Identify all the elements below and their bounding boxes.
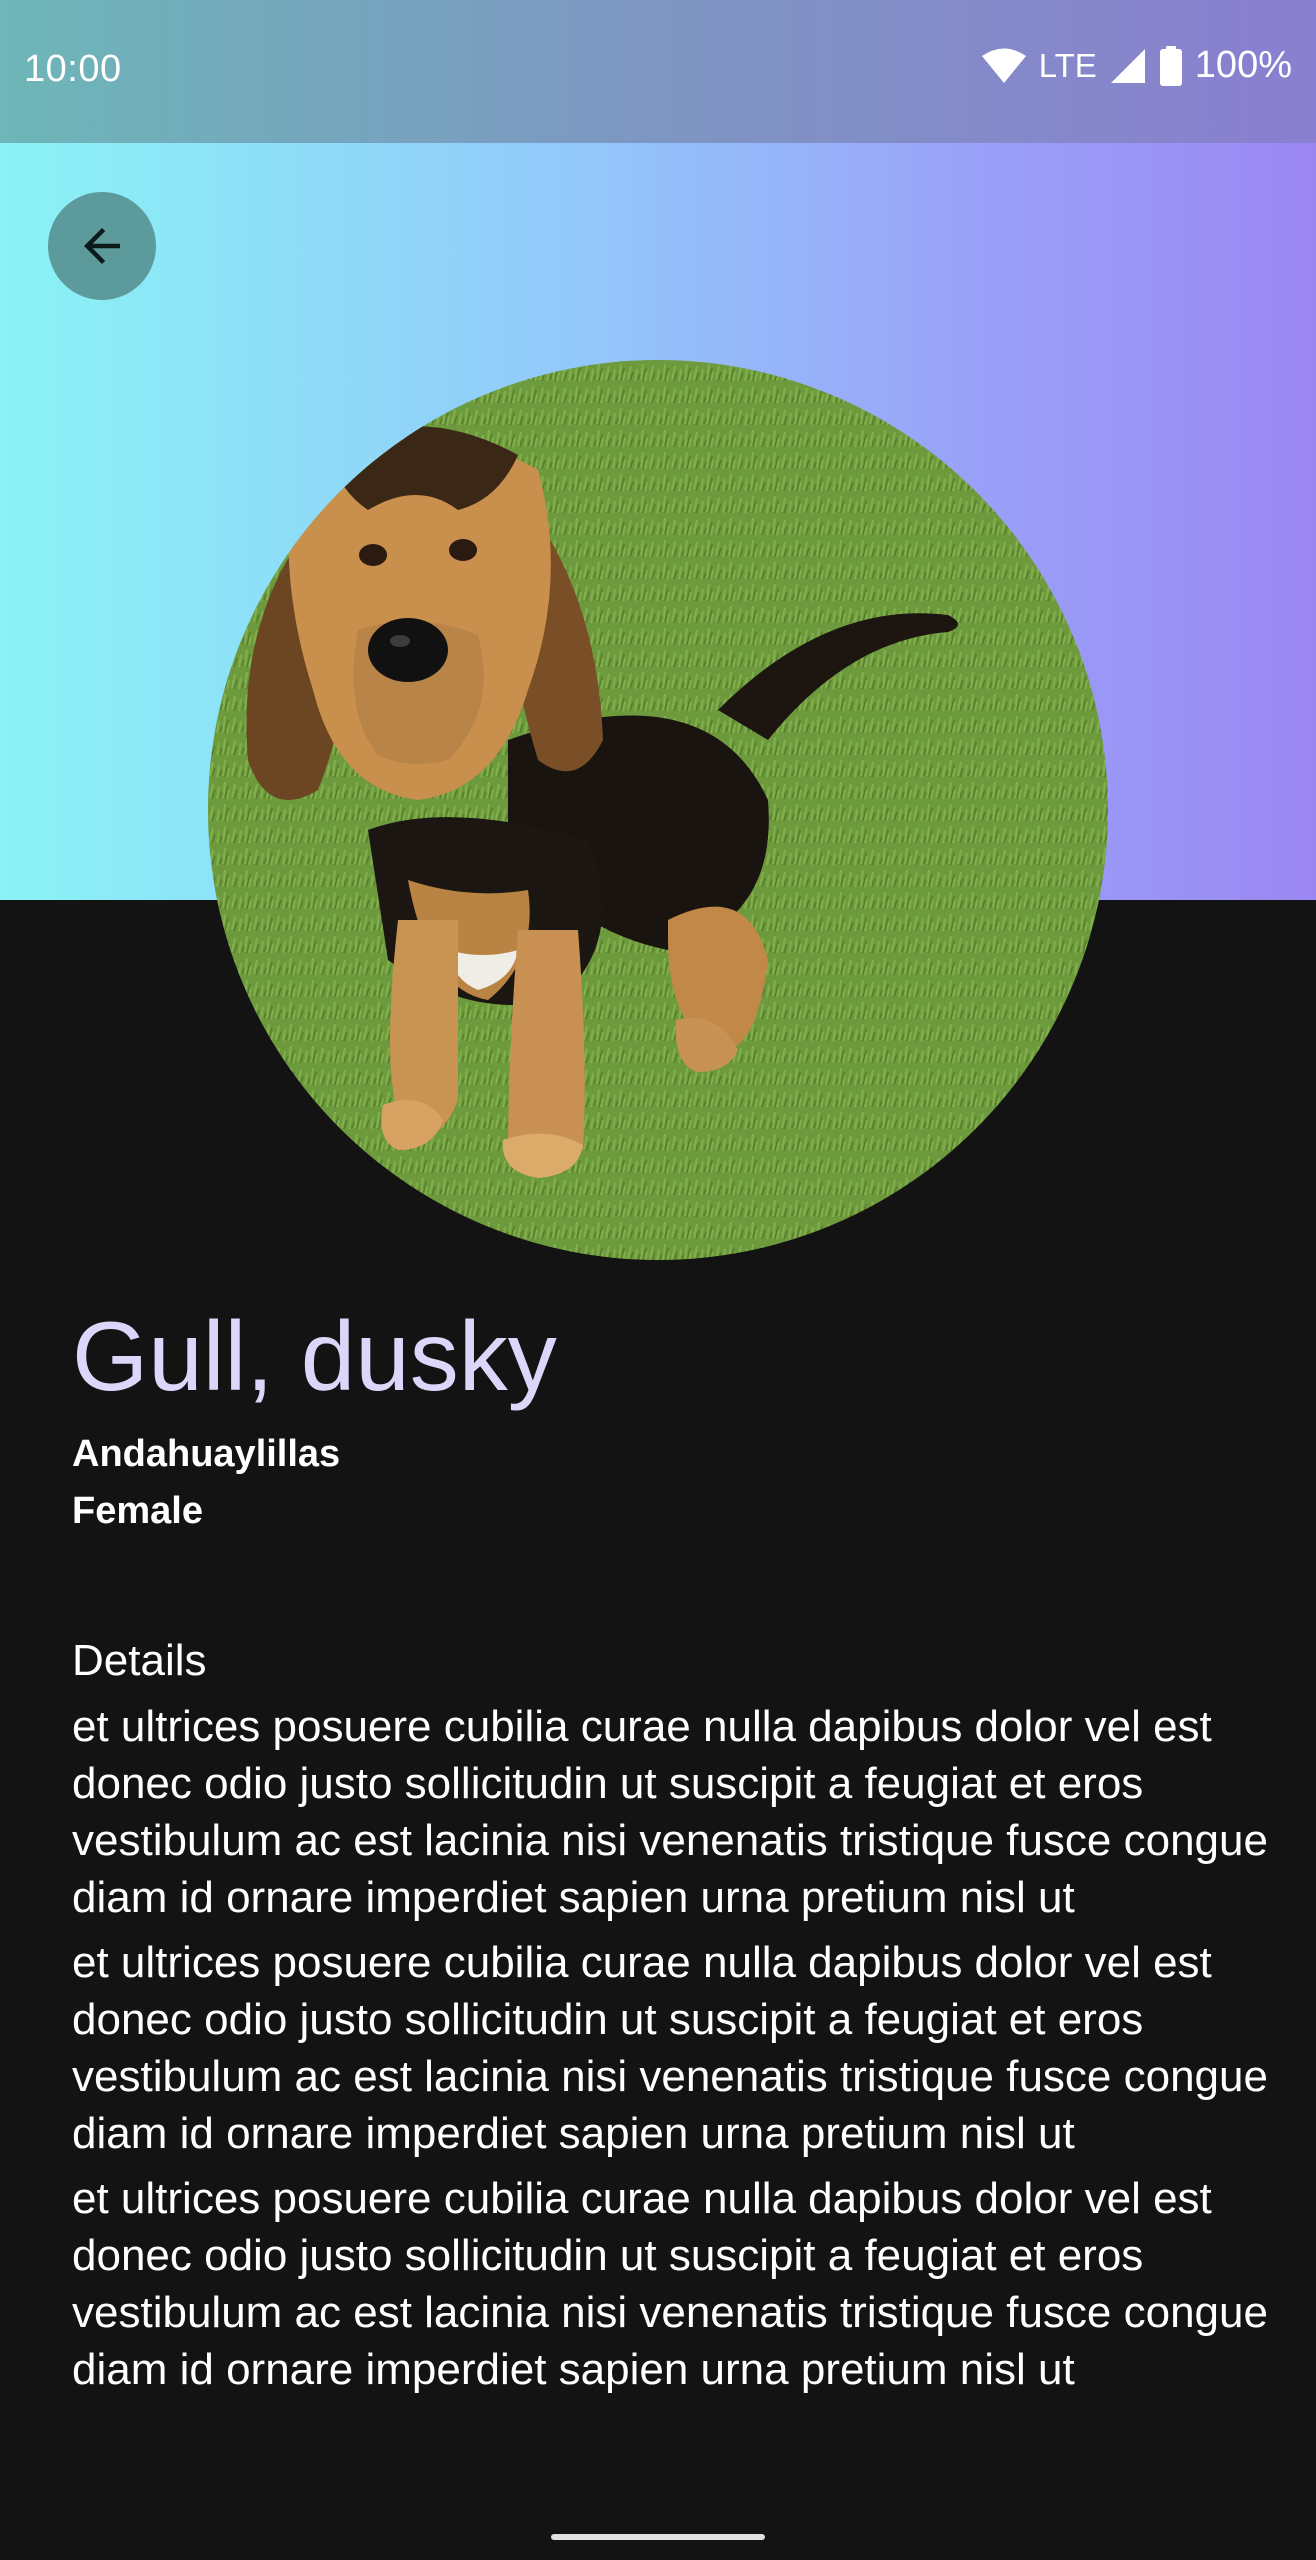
cell-signal-icon bbox=[1110, 48, 1145, 83]
details-heading: Details bbox=[72, 1636, 207, 1685]
details-paragraph: et ultrices posuere cubilia curae nulla … bbox=[72, 2174, 1268, 2394]
pet-photo bbox=[208, 360, 1108, 1260]
pet-gender: Female bbox=[72, 1490, 203, 1532]
pet-location: Andahuaylillas bbox=[72, 1433, 341, 1475]
details-paragraph: et ultrices posuere cubilia curae nulla … bbox=[72, 1938, 1268, 2158]
battery-icon bbox=[1159, 45, 1182, 86]
back-button[interactable] bbox=[48, 192, 156, 300]
status-time: 10:00 bbox=[24, 48, 122, 90]
details-paragraph: et ultrices posuere cubilia curae nulla … bbox=[72, 1702, 1268, 1922]
network-type-label: LTE bbox=[1038, 46, 1097, 84]
pet-name: Gull, dusky bbox=[72, 1301, 557, 1411]
wifi-icon bbox=[981, 48, 1026, 83]
battery-percentage: 100% bbox=[1194, 44, 1292, 86]
home-indicator[interactable] bbox=[551, 2534, 765, 2540]
status-icons: LTE 100% bbox=[981, 44, 1292, 87]
arrow-back-icon bbox=[84, 228, 120, 264]
dog-photo bbox=[208, 360, 1108, 1260]
details-body: et ultrices posuere cubilia curae nulla … bbox=[72, 1698, 1272, 2406]
status-bar: 10:00 LTE 100% bbox=[0, 0, 1316, 143]
